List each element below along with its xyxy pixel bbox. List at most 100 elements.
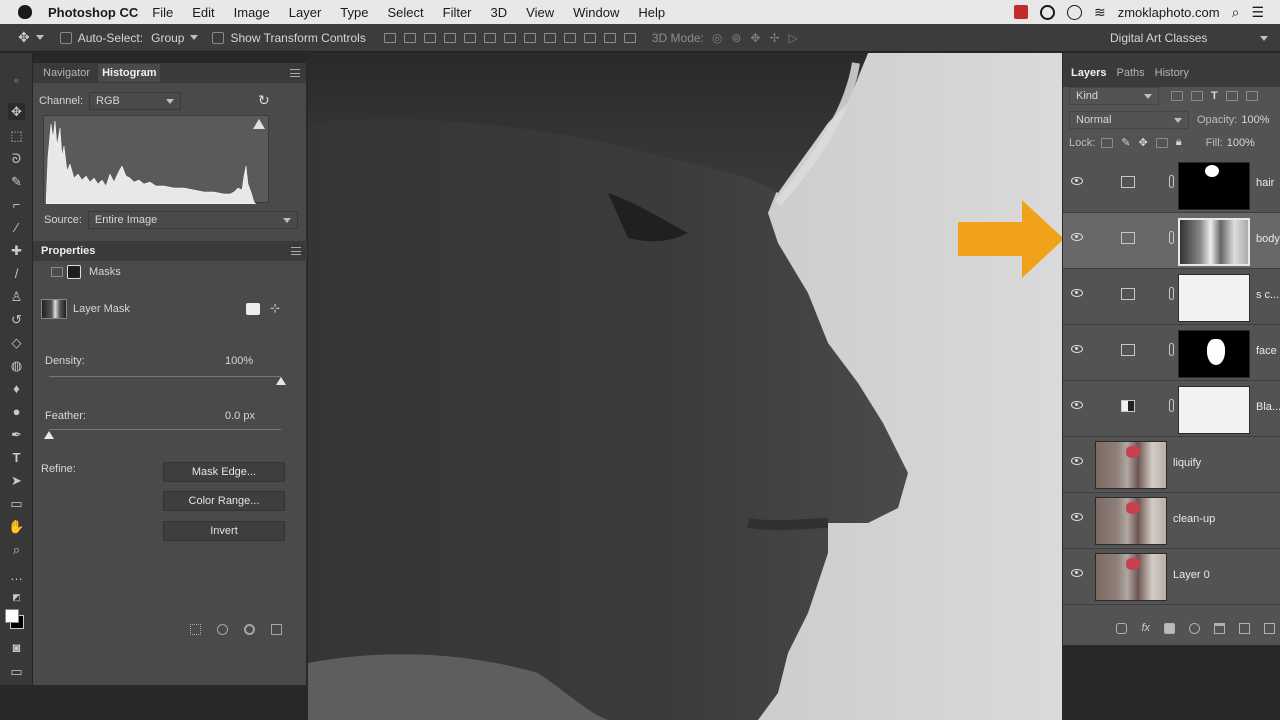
apple-icon[interactable] xyxy=(18,5,32,19)
align-bottom-icon[interactable] xyxy=(423,32,436,43)
visibility-eye-icon[interactable] xyxy=(1071,401,1083,409)
eraser-tool-icon[interactable]: ◇ xyxy=(8,334,25,351)
distribute-left-icon[interactable] xyxy=(563,32,576,43)
menu-edit[interactable]: Edit xyxy=(192,5,214,20)
layer-mask-thumbnail[interactable] xyxy=(1178,162,1250,210)
filter-adjustment-icon[interactable] xyxy=(1191,91,1203,101)
visibility-eye-icon[interactable] xyxy=(1071,177,1083,185)
move-tool-icon[interactable]: ✥ xyxy=(8,103,25,120)
select-pixel-mask-icon[interactable] xyxy=(246,303,260,315)
brush-tool-icon[interactable]: / xyxy=(8,265,25,282)
source-dropdown[interactable]: Entire Image xyxy=(87,211,298,229)
new-adjustment-icon[interactable] xyxy=(1189,622,1200,634)
more-tools-icon[interactable]: … xyxy=(8,567,25,584)
warning-icon[interactable] xyxy=(253,119,265,129)
new-layer-icon[interactable] xyxy=(1239,622,1250,634)
recording-icon[interactable] xyxy=(1013,5,1028,19)
workspace-switcher[interactable]: Digital Art Classes xyxy=(1104,27,1274,49)
layer-mask-thumbnail[interactable] xyxy=(1178,274,1250,322)
layer-row-clean-up[interactable]: clean-up xyxy=(1063,493,1280,549)
filter-smart-object-icon[interactable] xyxy=(1245,91,1258,101)
layer-row-black-white[interactable]: Bla... xyxy=(1063,381,1280,437)
layer-mask-thumbnail[interactable] xyxy=(1178,386,1250,434)
color-range-button[interactable]: Color Range... xyxy=(163,491,285,511)
menu-3d[interactable]: 3D xyxy=(491,5,508,20)
distribute-top-icon[interactable] xyxy=(503,32,516,43)
auto-select-dropdown[interactable]: Group xyxy=(147,28,203,47)
distribute-right-icon[interactable] xyxy=(603,32,616,43)
blend-mode-dropdown[interactable]: Normal xyxy=(1069,111,1189,129)
new-group-icon[interactable] xyxy=(1214,622,1225,634)
healing-brush-tool-icon[interactable]: ✚ xyxy=(8,242,25,259)
invert-button[interactable]: Invert xyxy=(163,521,285,541)
marquee-tool-icon[interactable]: ⬚ xyxy=(8,127,25,144)
link-layers-icon[interactable] xyxy=(1116,622,1128,634)
align-right-icon[interactable] xyxy=(483,32,496,43)
delete-trash-icon[interactable] xyxy=(271,624,282,635)
link-icon[interactable] xyxy=(1169,287,1174,300)
3d-mode-icons[interactable]: ◎⊚✥✢▷ xyxy=(712,31,807,45)
dodge-tool-icon[interactable]: ● xyxy=(8,403,25,420)
path-select-tool-icon[interactable]: ➤ xyxy=(8,472,25,489)
app-menu[interactable]: Photoshop CC xyxy=(48,5,138,20)
document-canvas[interactable] xyxy=(308,53,1062,720)
density-value[interactable]: 100% xyxy=(225,355,253,367)
opacity-value[interactable]: 100% xyxy=(1241,114,1269,126)
history-brush-tool-icon[interactable]: ↺ xyxy=(8,311,25,328)
distribute-bottom-icon[interactable] xyxy=(543,32,556,43)
layer-row-face[interactable]: face xyxy=(1063,325,1280,381)
visibility-eye-icon[interactable] xyxy=(1071,513,1083,521)
layer-row-s-curve[interactable]: s c... xyxy=(1063,269,1280,325)
tab-layers[interactable]: Layers xyxy=(1067,65,1110,81)
rectangle-tool-icon[interactable]: ▭ xyxy=(8,495,25,512)
filter-kind-dropdown[interactable]: Kind xyxy=(1069,87,1159,105)
adjustment-icon[interactable] xyxy=(51,267,63,277)
lock-paint-icon[interactable]: ✎ xyxy=(1121,136,1130,149)
layer-row-layer-0[interactable]: Layer 0 xyxy=(1063,549,1280,605)
layer-thumbnail[interactable] xyxy=(1095,441,1167,489)
tab-histogram[interactable]: Histogram xyxy=(98,64,161,82)
zoom-tool-icon[interactable]: ⌕ xyxy=(8,541,25,558)
creative-cloud-icon[interactable] xyxy=(1039,4,1055,20)
layer-row-liquify[interactable]: liquify xyxy=(1063,437,1280,493)
menu-window[interactable]: Window xyxy=(573,5,619,20)
visibility-eye-icon[interactable] xyxy=(1071,289,1083,297)
pen-tool-icon[interactable]: ✒ xyxy=(8,426,25,443)
show-transform-checkbox[interactable] xyxy=(212,31,225,44)
align-hcenter-icon[interactable] xyxy=(463,32,476,43)
feather-slider-track[interactable] xyxy=(49,429,281,430)
visibility-eye-icon[interactable] xyxy=(1071,233,1083,241)
distribute-vcenter-icon[interactable] xyxy=(523,32,536,43)
add-mask-icon[interactable] xyxy=(1164,622,1175,634)
link-icon[interactable] xyxy=(1169,343,1174,356)
lock-position-icon[interactable]: ✥ xyxy=(1139,136,1148,149)
density-slider-track[interactable] xyxy=(49,376,281,377)
refresh-icon[interactable]: ↻ xyxy=(258,92,270,109)
link-icon[interactable] xyxy=(1169,175,1174,188)
menu-help[interactable]: Help xyxy=(638,5,665,20)
hand-tool-icon[interactable]: ✋ xyxy=(8,518,25,535)
toolbar-collapse-icon[interactable]: « xyxy=(8,71,25,88)
layer-row-hair[interactable]: hair xyxy=(1063,157,1280,213)
clone-stamp-tool-icon[interactable]: ♙ xyxy=(8,288,25,305)
move-tool-icon[interactable]: ✥ xyxy=(18,29,30,46)
default-colors-icon[interactable]: ◩ xyxy=(8,589,25,606)
eyedropper-tool-icon[interactable]: ⁄ xyxy=(8,219,25,236)
layer-mask-thumbnail[interactable] xyxy=(1178,330,1250,378)
link-icon[interactable] xyxy=(1169,231,1174,244)
paint-bucket-tool-icon[interactable]: ◍ xyxy=(8,357,25,374)
menu-image[interactable]: Image xyxy=(234,5,270,20)
tab-navigator[interactable]: Navigator xyxy=(39,64,94,82)
tab-history[interactable]: History xyxy=(1151,65,1193,81)
type-tool-icon[interactable]: T xyxy=(8,449,25,466)
auto-align-icon[interactable] xyxy=(623,32,636,43)
fx-icon[interactable]: fx xyxy=(1141,622,1150,634)
menu-layer[interactable]: Layer xyxy=(289,5,322,20)
panel-menu-icon[interactable] xyxy=(290,69,300,77)
tool-preset-caret-icon[interactable] xyxy=(35,35,44,40)
sync-icon[interactable] xyxy=(1066,4,1082,20)
delete-layer-icon[interactable] xyxy=(1264,622,1275,634)
visibility-eye-icon[interactable] xyxy=(244,624,255,635)
lock-artboard-icon[interactable] xyxy=(1155,137,1168,148)
menu-view[interactable]: View xyxy=(526,5,554,20)
